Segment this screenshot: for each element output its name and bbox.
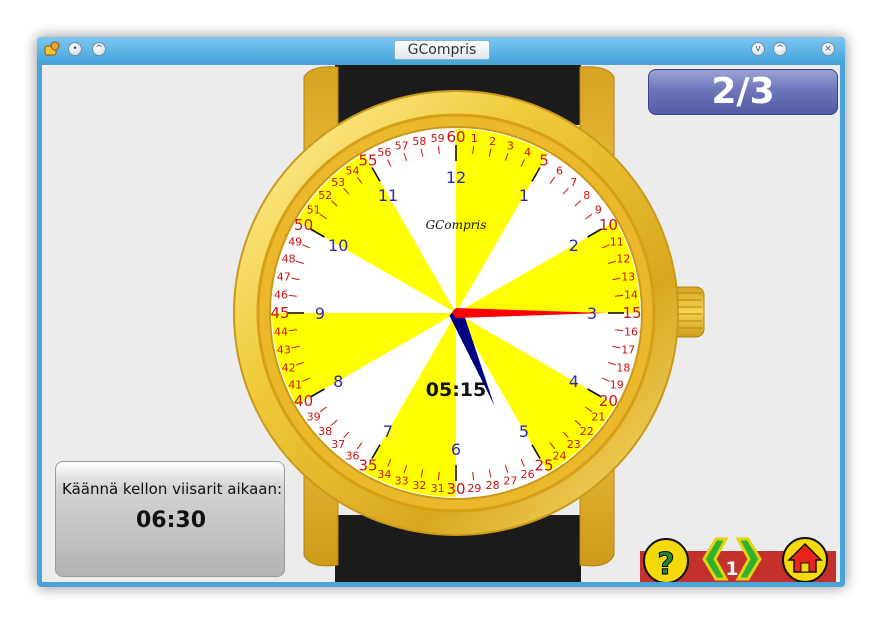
hour-label: 1 xyxy=(519,186,529,205)
minute-label: 60 xyxy=(446,128,465,146)
digital-time-display: 05:15 xyxy=(426,379,486,401)
help-button[interactable]: ? xyxy=(640,537,692,582)
hour-label: 11 xyxy=(378,186,398,205)
target-time: 06:30 xyxy=(135,508,207,533)
minute-label: 6 xyxy=(556,165,563,178)
minute-label: 35 xyxy=(358,456,377,474)
minute-label: 45 xyxy=(270,304,289,322)
hour-label: 5 xyxy=(519,422,529,441)
minute-label: 26 xyxy=(521,468,535,481)
minute-label: 55 xyxy=(358,152,377,170)
hour-label: 6 xyxy=(451,440,461,459)
hour-label: 7 xyxy=(383,422,393,441)
minute-label: 52 xyxy=(318,189,332,202)
minute-label: 41 xyxy=(288,379,302,392)
svg-text:?: ? xyxy=(657,547,674,582)
activity-area: 60 1 2 3 4 5 6 7 8 9 10 11 12 13 14 15 16 17 18 19 20 21 22 23 2… xyxy=(42,65,840,582)
minute-label: 42 xyxy=(282,361,296,374)
minute-label: 5 xyxy=(539,152,549,170)
minute-label: 12 xyxy=(616,253,630,266)
minute-label: 23 xyxy=(567,438,581,451)
previous-level-button[interactable] xyxy=(702,537,729,581)
minute-label: 4 xyxy=(524,146,531,159)
minute-label: 30 xyxy=(446,480,465,498)
minimize-all-icon[interactable]: • xyxy=(68,42,82,56)
minute-label: 7 xyxy=(570,176,577,189)
minute-label: 17 xyxy=(621,344,635,357)
minute-label: 40 xyxy=(294,392,313,410)
minute-label: 10 xyxy=(599,216,618,234)
minute-label: 43 xyxy=(277,344,291,357)
minute-label: 28 xyxy=(486,479,500,492)
hour-label: 2 xyxy=(569,236,579,255)
score-text: 2/3 xyxy=(711,71,775,112)
hour-label: 12 xyxy=(446,168,466,187)
minute-label: 24 xyxy=(553,449,567,462)
minute-label: 57 xyxy=(395,140,409,153)
window-title: GCompris xyxy=(394,40,490,60)
hour-label: 4 xyxy=(569,372,579,391)
minute-label: 22 xyxy=(580,425,594,438)
minute-label: 33 xyxy=(395,474,409,487)
minute-label: 34 xyxy=(377,468,391,481)
level-number: 1 xyxy=(725,558,738,580)
minute-label: 13 xyxy=(621,270,635,283)
minute-label: 38 xyxy=(318,425,332,438)
clock-brand-logo: GCompris xyxy=(426,218,487,232)
instruction-text: Käännä kellon viisarit aikaan: xyxy=(62,480,283,498)
minute-label: 19 xyxy=(610,379,624,392)
app-window: • ^ GCompris v ^ × 60 1 2 3 4 5 6 7 8 9 … xyxy=(37,37,845,587)
minute-label: 47 xyxy=(277,270,291,283)
minute-label: 3 xyxy=(507,140,514,153)
minute-label: 50 xyxy=(294,216,313,234)
hour-label: 9 xyxy=(315,304,325,323)
home-button[interactable] xyxy=(778,536,832,582)
minute-label: 39 xyxy=(307,411,321,424)
next-level-button[interactable] xyxy=(735,537,762,581)
minute-label: 2 xyxy=(489,135,496,148)
minute-label: 37 xyxy=(331,438,345,451)
minute-label: 49 xyxy=(288,235,302,248)
minute-label: 15 xyxy=(622,304,641,322)
level-selector: 1 xyxy=(702,537,762,581)
minute-label: 20 xyxy=(599,392,618,410)
minute-label: 59 xyxy=(431,132,445,145)
minute-label: 46 xyxy=(274,289,288,302)
hour-label: 8 xyxy=(333,372,343,391)
gcompris-app-icon xyxy=(44,41,60,56)
minute-label: 54 xyxy=(346,165,360,178)
minute-label: 29 xyxy=(467,482,481,495)
minute-label: 53 xyxy=(331,176,345,189)
minute-label: 51 xyxy=(307,204,321,217)
keep-above-icon[interactable]: ^ xyxy=(92,42,106,56)
minute-label: 58 xyxy=(412,135,426,148)
score-counter: 2/3 xyxy=(648,69,838,115)
minute-label: 16 xyxy=(624,325,638,338)
minute-label: 27 xyxy=(503,474,517,487)
minute-label: 32 xyxy=(412,479,426,492)
instruction-panel: Käännä kellon viisarit aikaan: 06:30 xyxy=(55,461,285,577)
maximize-button[interactable]: ^ xyxy=(773,42,787,56)
title-bar[interactable]: • ^ GCompris v ^ × xyxy=(37,37,845,62)
minimize-button[interactable]: v xyxy=(751,42,765,56)
minute-label: 8 xyxy=(583,189,590,202)
minute-label: 21 xyxy=(591,411,605,424)
minute-label: 44 xyxy=(274,325,288,338)
minute-label: 11 xyxy=(610,235,624,248)
minute-label: 14 xyxy=(624,289,638,302)
minute-label: 18 xyxy=(616,361,630,374)
minute-label: 31 xyxy=(431,482,445,495)
minute-label: 36 xyxy=(346,449,360,462)
hour-label: 10 xyxy=(328,236,348,255)
minute-label: 56 xyxy=(377,146,391,159)
minute-label: 9 xyxy=(595,204,602,217)
minute-label: 25 xyxy=(534,456,553,474)
minute-label: 1 xyxy=(471,132,478,145)
close-button[interactable]: × xyxy=(821,42,835,56)
minute-label: 48 xyxy=(282,253,296,266)
